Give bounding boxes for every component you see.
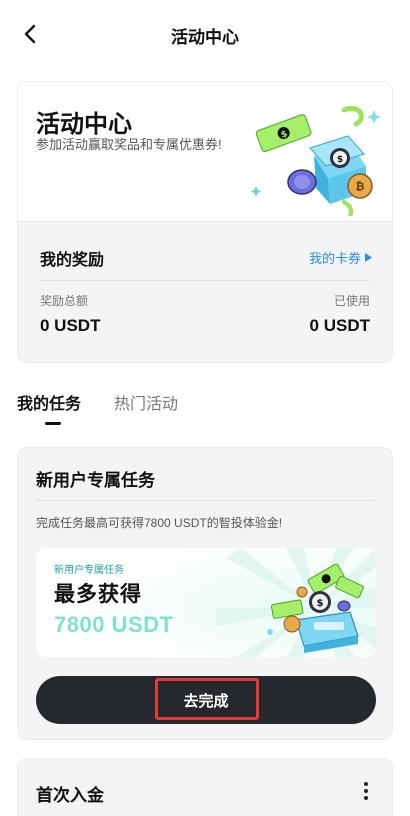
dot [364, 789, 368, 793]
my-coupons-label: 我的卡券 [308, 251, 361, 266]
top-nav: 活动中心 [0, 0, 410, 70]
my-coupons-link[interactable]: 我的卡券 [309, 248, 372, 267]
used-label: 已使用 [333, 294, 370, 308]
hero-title: 活动中心 [36, 111, 132, 138]
money-stack-illustration: $ [267, 563, 364, 653]
promo-tag: 新用户专属任务 [54, 565, 124, 576]
used-value: 0 USDT [309, 316, 370, 335]
total-rewards-value: 0 USDT [40, 316, 101, 335]
active-tab-indicator [45, 422, 61, 425]
divider [40, 280, 370, 281]
promo-banner: 新用户专属任务 最多获得 7800 USDT $ [36, 548, 376, 657]
activity-center-card: 活动中心 参加活动赢取奖品和专属优惠券! $ $ ₿ 我的奖励 我的卡券 奖励总… [17, 81, 393, 363]
task2-title: 首次入金 [36, 786, 104, 805]
hero-banner: 活动中心 参加活动赢取奖品和专属优惠券! $ $ ₿ [18, 82, 392, 222]
total-rewards-label: 奖励总额 [40, 294, 89, 308]
complete-task-label: 去完成 [183, 692, 229, 710]
tab-hot-activities[interactable]: 热门活动 [114, 390, 178, 414]
dot [364, 782, 368, 786]
dot [364, 796, 368, 800]
more-vertical-icon[interactable] [356, 779, 376, 803]
task-title: 新用户专属任务 [36, 471, 155, 490]
triangle-right-icon [365, 253, 372, 262]
gift-box-illustration: $ $ ₿ [250, 105, 381, 216]
page-title: 活动中心 [171, 28, 239, 47]
tab-my-tasks[interactable]: 我的任务 [17, 390, 81, 414]
complete-task-button[interactable]: 去完成 [36, 676, 376, 724]
first-deposit-task-card: 首次入金 [17, 758, 393, 816]
new-user-task-card: 新用户专属任务 完成任务最高可获得7800 USDT的智投体验金! 新用户专属任… [17, 447, 393, 740]
promo-headline: 最多获得 [54, 583, 142, 606]
svg-text:₿: ₿ [356, 180, 365, 193]
svg-text:$: $ [317, 598, 324, 609]
divider [36, 500, 374, 501]
rewards-title: 我的奖励 [40, 252, 105, 269]
promo-amount: 7800 USDT [54, 612, 174, 637]
hero-subtitle: 参加活动赢取奖品和专属优惠券! [36, 137, 222, 152]
svg-text:$: $ [337, 155, 343, 165]
task-description: 完成任务最高可获得7800 USDT的智投体验金! [36, 516, 283, 530]
